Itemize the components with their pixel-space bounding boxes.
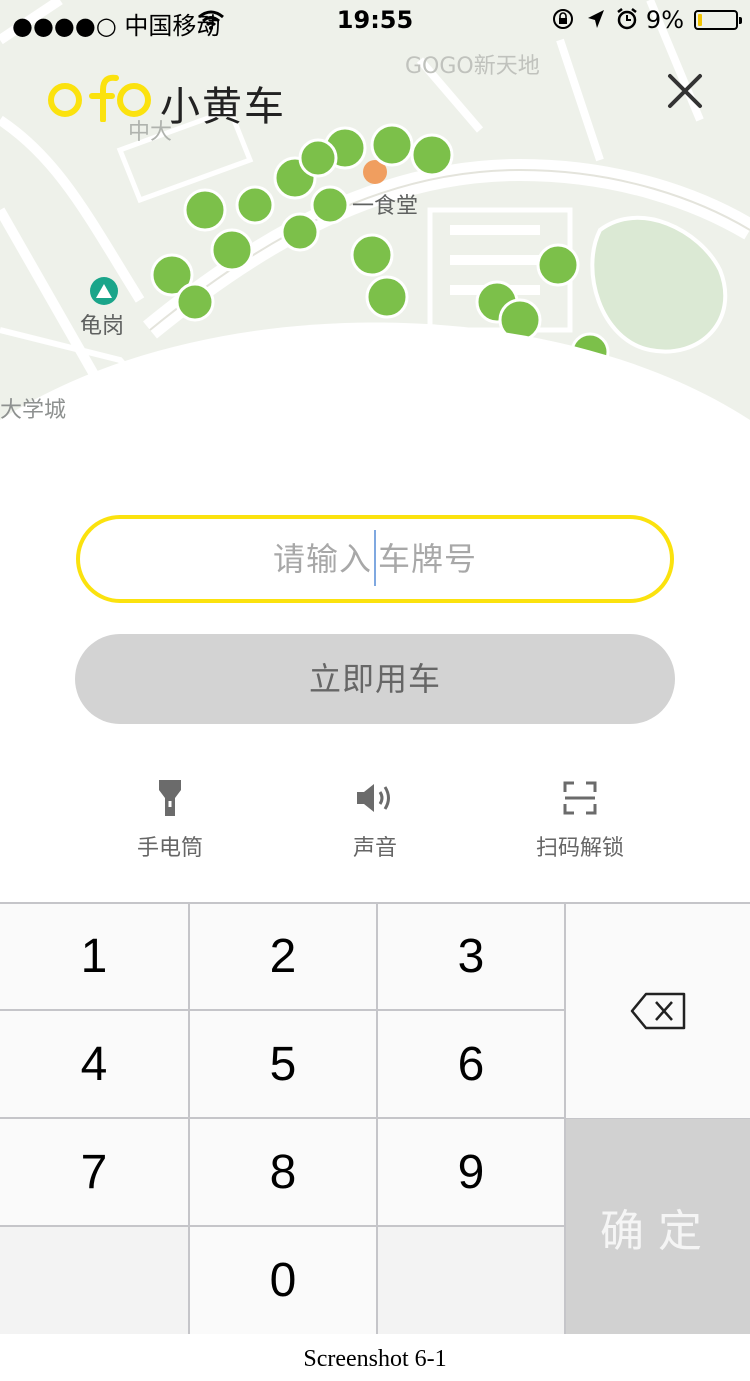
plate-number-input[interactable]: 请输入 车牌号 bbox=[76, 515, 674, 603]
key-1[interactable]: 1 bbox=[0, 904, 188, 1009]
alarm-icon bbox=[617, 8, 637, 30]
backspace-icon bbox=[630, 992, 686, 1030]
key-0[interactable]: 0 bbox=[190, 1227, 376, 1334]
key-8[interactable]: 8 bbox=[190, 1119, 376, 1225]
speaker-icon bbox=[357, 784, 390, 812]
key-9[interactable]: 9 bbox=[378, 1119, 564, 1225]
close-icon[interactable] bbox=[660, 66, 710, 116]
blank-key-right bbox=[378, 1227, 564, 1334]
placeholder-part-b: 车牌号 bbox=[378, 540, 478, 578]
map-label-guigang: 龟岗 bbox=[80, 314, 125, 339]
status-bar: ●●●●○ 中国移动 19:55 9% bbox=[0, 0, 750, 40]
scan-icon bbox=[563, 781, 597, 815]
confirm-key[interactable]: 确定 bbox=[566, 1119, 750, 1334]
sound-label: 声音 bbox=[352, 836, 397, 861]
scan-unlock-button[interactable]: 扫码解锁 bbox=[490, 776, 670, 862]
blank-key-left bbox=[0, 1227, 188, 1334]
flashlight-button[interactable]: 手电筒 bbox=[80, 776, 260, 862]
brand-name: 小黄车 bbox=[160, 84, 286, 130]
key-2[interactable]: 2 bbox=[190, 904, 376, 1009]
flashlight-icon bbox=[159, 780, 181, 816]
backspace-key[interactable] bbox=[566, 904, 750, 1118]
rotation-lock-icon bbox=[553, 9, 573, 29]
battery-percent: 9% bbox=[645, 6, 684, 34]
text-caret bbox=[374, 530, 376, 586]
key-6[interactable]: 6 bbox=[378, 1011, 564, 1117]
battery-icon bbox=[694, 10, 742, 30]
key-5[interactable]: 5 bbox=[190, 1011, 376, 1117]
numeric-keypad: 1 2 3 4 5 6 7 8 9 确定 0 bbox=[0, 902, 750, 1334]
scan-unlock-label: 扫码解锁 bbox=[535, 836, 624, 861]
sound-button[interactable]: 声音 bbox=[285, 776, 465, 862]
placeholder-part-a: 请输入 bbox=[272, 540, 372, 578]
map-label-gogo: GOGO新天地 bbox=[405, 54, 540, 79]
key-7[interactable]: 7 bbox=[0, 1119, 188, 1225]
map-label-school: 大学城 bbox=[0, 398, 67, 423]
key-4[interactable]: 4 bbox=[0, 1011, 188, 1117]
key-3[interactable]: 3 bbox=[378, 904, 564, 1009]
screenshot-caption: Screenshot 6-1 bbox=[303, 1346, 447, 1372]
map-label-canteen: 一食堂 bbox=[352, 194, 419, 219]
ride-now-button[interactable]: 立即用车 bbox=[75, 634, 675, 724]
ofo-logo bbox=[48, 74, 151, 122]
app-screen: GOGO新天地 中大 一食堂 龟岗 大学城 ●●●●○ 中国移动 19:55 9… bbox=[0, 0, 750, 1334]
flashlight-label: 手电筒 bbox=[136, 836, 203, 861]
location-arrow-icon bbox=[588, 10, 604, 28]
map-view[interactable]: GOGO新天地 中大 一食堂 龟岗 大学城 bbox=[0, 0, 750, 430]
